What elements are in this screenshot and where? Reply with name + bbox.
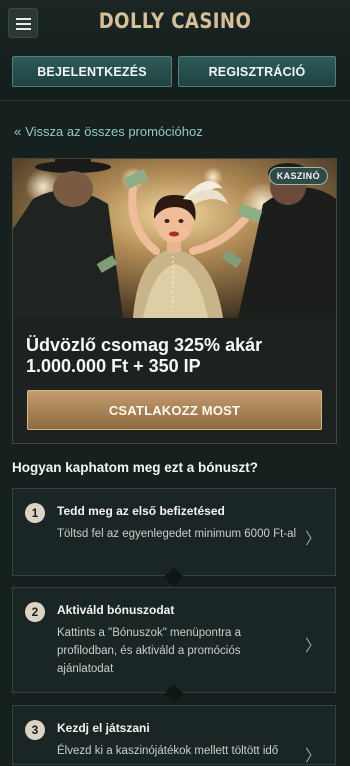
step-card-1[interactable]: 1 Tedd meg az első befizetésed Töltsd fe… <box>12 488 336 576</box>
promo-card: KASZINÓ Üdvözlő csomag 325% akár 1.000.0… <box>12 158 337 444</box>
chevron-right-icon: 〉 <box>304 638 321 655</box>
step-title: Aktiváld bónuszodat <box>57 603 175 617</box>
step-description: Töltsd fel az egyenlegedet minimum 6000 … <box>57 528 297 540</box>
step-number-badge: 2 <box>25 602 45 622</box>
chevron-right-icon: 〉 <box>304 531 321 548</box>
promo-hero-image: KASZINÓ <box>13 159 336 318</box>
step-description: Élvezd ki a kaszinójátékok mellett töltö… <box>57 745 279 757</box>
step-number-badge: 1 <box>25 503 45 523</box>
chevron-right-icon: 〉 <box>304 748 321 765</box>
step-card-3[interactable]: 3 Kezdj el játszani Élvezd ki a kaszinój… <box>12 705 336 765</box>
step-title: Tedd meg az első befizetésed <box>57 504 225 518</box>
category-badge: KASZINÓ <box>268 167 328 185</box>
step-title: Kezdj el játszani <box>57 721 150 735</box>
login-button[interactable]: BEJELENTKEZÉS <box>12 56 172 87</box>
brand-logo[interactable]: DOLLY CASINO <box>25 9 326 33</box>
register-button[interactable]: REGISZTRÁCIÓ <box>178 56 336 87</box>
double-chevron-left-icon: « <box>14 124 22 139</box>
join-now-button[interactable]: CSATLAKOZZ MOST <box>27 390 322 430</box>
step-description: Kattints a "Bónuszok" menüpontra a profi… <box>57 627 241 675</box>
promo-title: Üdvözlő csomag 325% akár 1.000.000 Ft + … <box>26 335 263 376</box>
back-to-promotions-link[interactable]: «Vissza az összes promócióhoz <box>14 124 203 139</box>
step-number-badge: 3 <box>25 720 45 740</box>
how-to-get-bonus-heading: Hogyan kaphatom meg ezt a bónuszt? <box>12 460 259 475</box>
back-link-label: Vissza az összes promócióhoz <box>25 124 203 139</box>
top-header: DOLLY CASINO BEJELENTKEZÉS REGISZTRÁCIÓ <box>0 0 350 101</box>
step-card-2[interactable]: 2 Aktiváld bónuszodat Kattints a "Bónusz… <box>12 587 336 693</box>
